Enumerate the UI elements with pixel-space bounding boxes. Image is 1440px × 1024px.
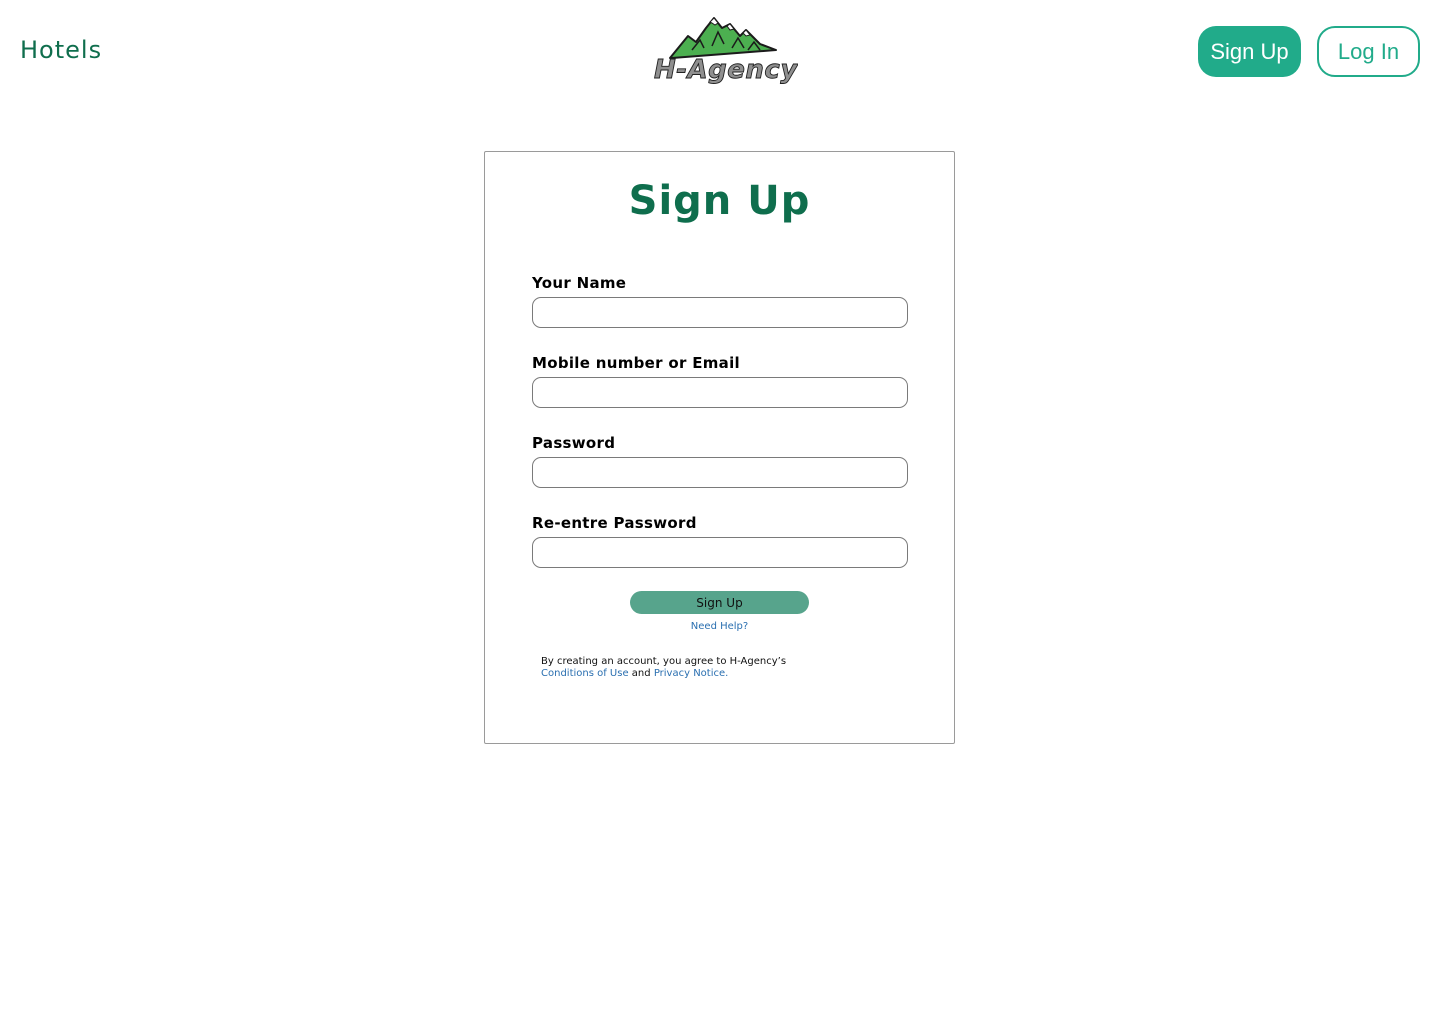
- legal-notice: By creating an account, you agree to H-A…: [541, 656, 841, 680]
- name-input[interactable]: [532, 297, 908, 328]
- h-agency-logo[interactable]: H-Agency: [648, 14, 798, 90]
- need-help-link[interactable]: Need Help?: [485, 621, 954, 632]
- password-input[interactable]: [532, 457, 908, 488]
- signup-submit-button[interactable]: Sign Up: [630, 591, 809, 614]
- header-login-button[interactable]: Log In: [1317, 26, 1420, 77]
- password-label: Password: [532, 434, 616, 452]
- confirm-password-label: Re-entre Password: [532, 514, 697, 532]
- legal-conjunction: and: [631, 668, 651, 679]
- conditions-of-use-link[interactable]: Conditions of Use: [541, 668, 629, 679]
- mountain-logo-icon: H-Agency: [654, 17, 798, 85]
- contact-label: Mobile number or Email: [532, 354, 740, 372]
- nav-link-hotels[interactable]: Hotels: [20, 36, 102, 64]
- legal-prefix: By creating an account, you agree to H-A…: [541, 656, 787, 667]
- logo-wordmark: H-Agency: [654, 55, 798, 85]
- page-title: Sign Up: [628, 178, 811, 224]
- contact-input[interactable]: [532, 377, 908, 408]
- name-label: Your Name: [532, 274, 627, 292]
- header-signup-button[interactable]: Sign Up: [1198, 26, 1301, 77]
- confirm-password-input[interactable]: [532, 537, 908, 568]
- privacy-notice-link[interactable]: Privacy Notice.: [654, 668, 729, 679]
- signup-card: Sign Up Your Name Mobile number or Email…: [484, 151, 955, 744]
